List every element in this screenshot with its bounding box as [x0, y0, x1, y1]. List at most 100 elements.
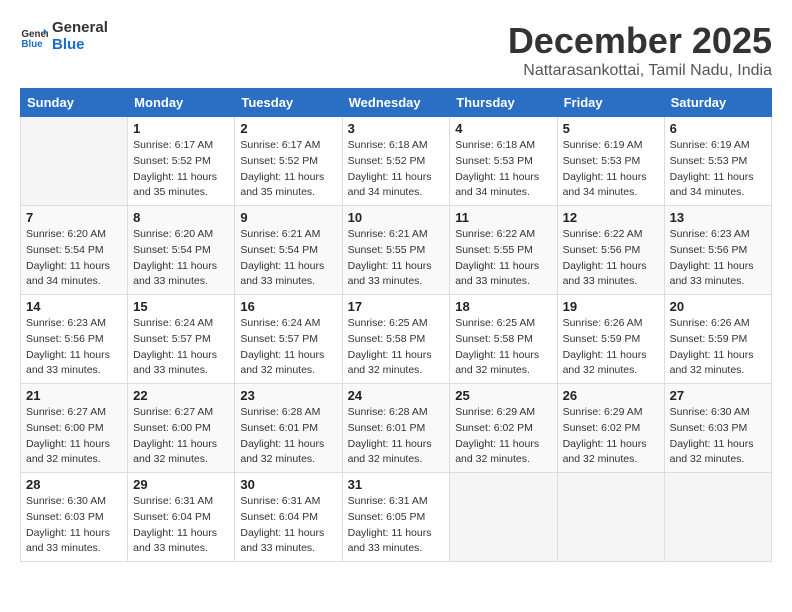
column-header-monday: Monday: [128, 89, 235, 117]
day-number: 1: [133, 121, 229, 136]
calendar-cell: 12Sunrise: 6:22 AMSunset: 5:56 PMDayligh…: [557, 206, 664, 295]
logo: General Blue General Blue: [20, 20, 108, 53]
day-info: Sunrise: 6:20 AMSunset: 5:54 PMDaylight:…: [133, 227, 229, 290]
day-info: Sunrise: 6:28 AMSunset: 6:01 PMDaylight:…: [348, 405, 445, 468]
title-block: December 2025 Nattarasankottai, Tamil Na…: [508, 20, 772, 80]
day-number: 20: [670, 299, 766, 314]
calendar-cell: 23 Sunrise: 6:28 AMSunset: 6:01 PMDayligh…: [235, 384, 342, 473]
calendar-cell: [664, 473, 771, 562]
day-info: Sunrise: 6:17 AMSunset: 5:52 PMDaylight:…: [240, 138, 336, 201]
day-number: 9: [240, 210, 336, 225]
column-header-friday: Friday: [557, 89, 664, 117]
day-number: 10: [348, 210, 445, 225]
calendar-cell: 6Sunrise: 6:19 AMSunset: 5:53 PMDaylight…: [664, 117, 771, 206]
day-info: Sunrise: 6:18 AMSunset: 5:52 PMDaylight:…: [348, 138, 445, 201]
calendar-cell: 14 Sunrise: 6:23 AMSunset: 5:56 PMDayligh…: [21, 295, 128, 384]
day-number: 3: [348, 121, 445, 136]
day-number: 13: [670, 210, 766, 225]
calendar-cell: 28 Sunrise: 6:30 AMSunset: 6:03 PMDayligh…: [21, 473, 128, 562]
day-info: Sunrise: 6:30 AMSunset: 6:03 PMDaylight:…: [26, 494, 122, 557]
day-info: Sunrise: 6:20 AMSunset: 5:54 PMDaylight:…: [26, 227, 122, 290]
calendar-cell: 22 Sunrise: 6:27 AMSunset: 6:00 PMDayligh…: [128, 384, 235, 473]
calendar-cell: [557, 473, 664, 562]
day-number: 16: [240, 299, 336, 314]
calendar-cell: 29 Sunrise: 6:31 AMSunset: 6:04 PMDayligh…: [128, 473, 235, 562]
calendar-cell: 27 Sunrise: 6:30 AMSunset: 6:03 PMDayligh…: [664, 384, 771, 473]
calendar-cell: 11 Sunrise: 6:22 AMSunset: 5:55 PMDayligh…: [450, 206, 557, 295]
calendar-cell: 15Sunrise: 6:24 AMSunset: 5:57 PMDayligh…: [128, 295, 235, 384]
day-info: Sunrise: 6:27 AMSunset: 6:00 PMDaylight:…: [133, 405, 229, 468]
day-info: Sunrise: 6:30 AMSunset: 6:03 PMDaylight:…: [670, 405, 766, 468]
page-header: General Blue General Blue December 2025 …: [20, 20, 772, 80]
day-info: Sunrise: 6:29 AMSunset: 6:02 PMDaylight:…: [563, 405, 659, 468]
calendar-week-row: 14 Sunrise: 6:23 AMSunset: 5:56 PMDayligh…: [21, 295, 772, 384]
calendar-cell: 18 Sunrise: 6:25 AMSunset: 5:58 PMDayligh…: [450, 295, 557, 384]
calendar-week-row: 21 Sunrise: 6:27 AMSunset: 6:00 PMDayligh…: [21, 384, 772, 473]
day-info: Sunrise: 6:29 AMSunset: 6:02 PMDaylight:…: [455, 405, 551, 468]
calendar-cell: 1 Sunrise: 6:17 AMSunset: 5:52 PMDaylight…: [128, 117, 235, 206]
calendar-cell: 24 Sunrise: 6:28 AMSunset: 6:01 PMDayligh…: [342, 384, 450, 473]
logo-line1: General: [52, 20, 108, 37]
logo-icon: General Blue: [20, 23, 48, 51]
day-number: 21: [26, 388, 122, 403]
column-header-thursday: Thursday: [450, 89, 557, 117]
day-number: 24: [348, 388, 445, 403]
day-number: 7: [26, 210, 122, 225]
day-info: Sunrise: 6:31 AMSunset: 6:04 PMDaylight:…: [133, 494, 229, 557]
calendar-cell: 17 Sunrise: 6:25 AMSunset: 5:58 PMDayligh…: [342, 295, 450, 384]
calendar-cell: 9 Sunrise: 6:21 AMSunset: 5:54 PMDaylight…: [235, 206, 342, 295]
location-subtitle: Nattarasankottai, Tamil Nadu, India: [508, 62, 772, 80]
day-number: 2: [240, 121, 336, 136]
calendar-week-row: 1 Sunrise: 6:17 AMSunset: 5:52 PMDaylight…: [21, 117, 772, 206]
calendar-header-row: SundayMondayTuesdayWednesdayThursdayFrid…: [21, 89, 772, 117]
day-info: Sunrise: 6:21 AMSunset: 5:54 PMDaylight:…: [240, 227, 336, 290]
day-info: Sunrise: 6:28 AMSunset: 6:01 PMDaylight:…: [240, 405, 336, 468]
day-number: 28: [26, 477, 122, 492]
calendar-cell: 10Sunrise: 6:21 AMSunset: 5:55 PMDayligh…: [342, 206, 450, 295]
day-info: Sunrise: 6:25 AMSunset: 5:58 PMDaylight:…: [455, 316, 551, 379]
calendar-cell: 4 Sunrise: 6:18 AMSunset: 5:53 PMDaylight…: [450, 117, 557, 206]
day-info: Sunrise: 6:26 AMSunset: 5:59 PMDaylight:…: [563, 316, 659, 379]
calendar-cell: 25 Sunrise: 6:29 AMSunset: 6:02 PMDayligh…: [450, 384, 557, 473]
calendar-cell: 21 Sunrise: 6:27 AMSunset: 6:00 PMDayligh…: [21, 384, 128, 473]
day-number: 4: [455, 121, 551, 136]
svg-text:Blue: Blue: [21, 38, 43, 49]
day-number: 19: [563, 299, 659, 314]
day-number: 29: [133, 477, 229, 492]
day-number: 23: [240, 388, 336, 403]
day-info: Sunrise: 6:22 AMSunset: 5:56 PMDaylight:…: [563, 227, 659, 290]
day-number: 22: [133, 388, 229, 403]
day-number: 17: [348, 299, 445, 314]
day-number: 11: [455, 210, 551, 225]
day-info: Sunrise: 6:23 AMSunset: 5:56 PMDaylight:…: [26, 316, 122, 379]
day-info: Sunrise: 6:19 AMSunset: 5:53 PMDaylight:…: [563, 138, 659, 201]
day-info: Sunrise: 6:31 AMSunset: 6:05 PMDaylight:…: [348, 494, 445, 557]
day-number: 30: [240, 477, 336, 492]
column-header-tuesday: Tuesday: [235, 89, 342, 117]
day-info: Sunrise: 6:31 AMSunset: 6:04 PMDaylight:…: [240, 494, 336, 557]
day-number: 27: [670, 388, 766, 403]
column-header-saturday: Saturday: [664, 89, 771, 117]
day-info: Sunrise: 6:24 AMSunset: 5:57 PMDaylight:…: [133, 316, 229, 379]
calendar-cell: 19 Sunrise: 6:26 AMSunset: 5:59 PMDayligh…: [557, 295, 664, 384]
calendar-cell: 5 Sunrise: 6:19 AMSunset: 5:53 PMDaylight…: [557, 117, 664, 206]
day-number: 14: [26, 299, 122, 314]
calendar-cell: [450, 473, 557, 562]
calendar-week-row: 7 Sunrise: 6:20 AMSunset: 5:54 PMDaylight…: [21, 206, 772, 295]
day-info: Sunrise: 6:25 AMSunset: 5:58 PMDaylight:…: [348, 316, 445, 379]
calendar-cell: 7 Sunrise: 6:20 AMSunset: 5:54 PMDaylight…: [21, 206, 128, 295]
day-number: 18: [455, 299, 551, 314]
day-number: 8: [133, 210, 229, 225]
day-info: Sunrise: 6:17 AMSunset: 5:52 PMDaylight:…: [133, 138, 229, 201]
calendar-table: SundayMondayTuesdayWednesdayThursdayFrid…: [20, 88, 772, 562]
day-info: Sunrise: 6:18 AMSunset: 5:53 PMDaylight:…: [455, 138, 551, 201]
day-number: 6: [670, 121, 766, 136]
calendar-cell: 13Sunrise: 6:23 AMSunset: 5:56 PMDayligh…: [664, 206, 771, 295]
calendar-cell: 3 Sunrise: 6:18 AMSunset: 5:52 PMDaylight…: [342, 117, 450, 206]
day-info: Sunrise: 6:27 AMSunset: 6:00 PMDaylight:…: [26, 405, 122, 468]
day-info: Sunrise: 6:22 AMSunset: 5:55 PMDaylight:…: [455, 227, 551, 290]
column-header-wednesday: Wednesday: [342, 89, 450, 117]
day-number: 26: [563, 388, 659, 403]
day-number: 25: [455, 388, 551, 403]
day-number: 5: [563, 121, 659, 136]
